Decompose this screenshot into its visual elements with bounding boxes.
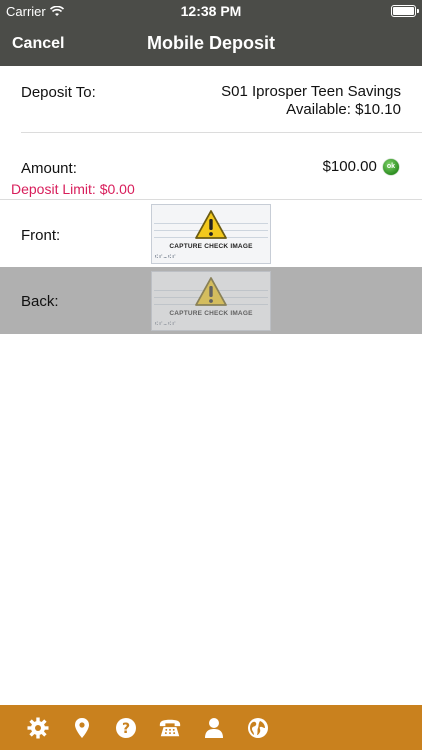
- user-icon[interactable]: [202, 716, 226, 740]
- deposit-to-label: Deposit To:: [21, 84, 96, 101]
- navigation-bar: Cancel Mobile Deposit: [0, 22, 422, 66]
- deposit-account-name: S01 Iprosper Teen Savings: [221, 83, 401, 100]
- amount-label: Amount:: [21, 160, 77, 177]
- check-micr-line: ⑆ ⑈ ⑉ ⑆ ⑈: [155, 321, 176, 327]
- deposit-limit: Deposit Limit: $0.00: [11, 181, 135, 197]
- svg-text:?: ?: [122, 721, 130, 737]
- amount-value-group: $100.00 ok: [323, 158, 399, 176]
- status-time: 12:38 PM: [180, 3, 242, 19]
- back-row[interactable]: Back: CAPTURE CHECK IMAGE ⑆ ⑈ ⑉ ⑆ ⑈: [0, 267, 422, 334]
- status-bar: Carrier 12:38 PM: [0, 0, 422, 22]
- front-check-image[interactable]: CAPTURE CHECK IMAGE ⑆ ⑈ ⑉ ⑆ ⑈: [151, 204, 271, 264]
- help-icon[interactable]: ?: [114, 716, 138, 740]
- front-label: Front:: [21, 227, 61, 244]
- available-balance: Available: $10.10: [286, 101, 401, 118]
- bottom-tab-bar: ?: [0, 705, 422, 750]
- ok-button[interactable]: ok: [383, 159, 399, 176]
- gear-icon[interactable]: [26, 716, 50, 740]
- cancel-button[interactable]: Cancel: [12, 35, 64, 53]
- back-check-image[interactable]: CAPTURE CHECK IMAGE ⑆ ⑈ ⑉ ⑆ ⑈: [151, 271, 271, 331]
- front-row[interactable]: Front: CAPTURE CHECK IMAGE ⑆ ⑈ ⑉ ⑆ ⑈: [0, 200, 422, 267]
- back-label: Back:: [21, 293, 59, 310]
- deposit-to-row[interactable]: Deposit To: S01 Iprosper Teen Savings Av…: [0, 66, 422, 132]
- amount-row[interactable]: Amount: $100.00 ok Deposit Limit: $0.00: [0, 133, 422, 199]
- location-pin-icon[interactable]: [70, 716, 94, 740]
- capture-check-caption: CAPTURE CHECK IMAGE: [169, 243, 253, 250]
- check-micr-line: ⑆ ⑈ ⑉ ⑆ ⑈: [155, 254, 176, 260]
- capture-check-caption: CAPTURE CHECK IMAGE: [169, 310, 253, 317]
- warning-icon: [195, 210, 227, 239]
- globe-icon[interactable]: [246, 716, 270, 740]
- phone-icon[interactable]: [158, 716, 182, 740]
- amount-value: $100.00: [322, 158, 377, 175]
- deposit-account-info: S01 Iprosper Teen Savings Available: $10…: [221, 83, 401, 119]
- battery-icon: [391, 5, 419, 17]
- warning-icon: [195, 277, 227, 306]
